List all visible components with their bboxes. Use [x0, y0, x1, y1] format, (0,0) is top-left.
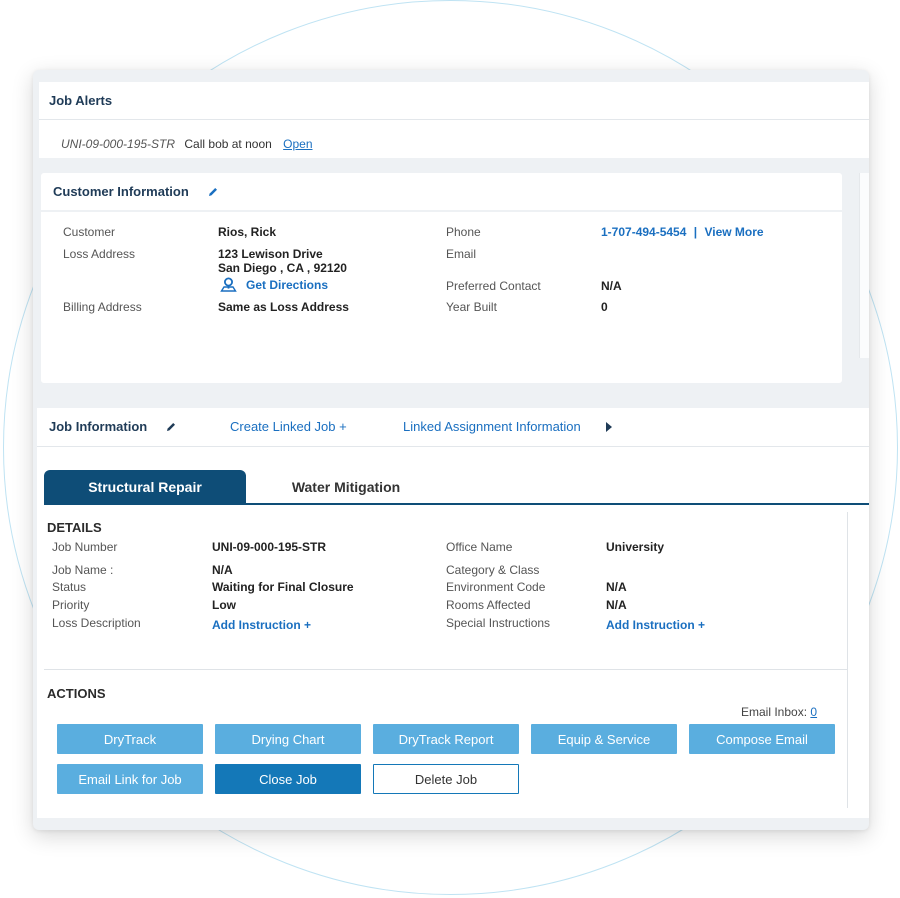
loss-address-line1: 123 Lewison Drive	[218, 247, 323, 261]
year-built-value: 0	[601, 300, 608, 314]
caret-right-icon[interactable]	[605, 422, 613, 432]
email-inbox-count[interactable]: 0	[810, 705, 817, 719]
customer-information-header: Customer Information	[53, 184, 219, 199]
year-built-label: Year Built	[446, 300, 497, 314]
status-value: Waiting for Final Closure	[212, 580, 354, 594]
job-number-value: UNI-09-000-195-STR	[212, 540, 327, 554]
loss-description-label: Loss Description	[52, 616, 141, 630]
tab-underline	[44, 503, 869, 505]
drytrack-button[interactable]: DryTrack	[57, 724, 203, 754]
alert-open-link[interactable]: Open	[283, 137, 312, 151]
drying-chart-button[interactable]: Drying Chart	[215, 724, 361, 754]
special-instructions-add-link[interactable]: Add Instruction +	[606, 618, 705, 632]
edit-pencil-icon[interactable]	[165, 421, 177, 433]
vertical-divider	[847, 512, 848, 808]
app-window: Job Alerts UNI-09-000-195-STR Call bob a…	[33, 70, 869, 830]
compose-email-button[interactable]: Compose Email	[689, 724, 835, 754]
job-alerts-panel: Job Alerts UNI-09-000-195-STR Call bob a…	[39, 82, 869, 158]
email-inbox-label: Email Inbox:	[741, 705, 808, 719]
environment-code-label: Environment Code	[446, 580, 546, 594]
view-more-link[interactable]: View More	[704, 225, 763, 239]
details-heading: DETAILS	[47, 520, 102, 535]
priority-label: Priority	[52, 598, 90, 612]
billing-address-value: Same as Loss Address	[218, 300, 349, 314]
alert-message: Call bob at noon	[184, 137, 272, 151]
billing-address-label: Billing Address	[63, 300, 142, 314]
phone-value[interactable]: 1-707-494-5454	[601, 225, 686, 239]
equip-service-button[interactable]: Equip & Service	[531, 724, 677, 754]
tab-structural-repair[interactable]: Structural Repair	[44, 470, 246, 504]
alert-code: UNI-09-000-195-STR	[61, 137, 176, 151]
section-divider	[44, 669, 847, 670]
edit-pencil-icon[interactable]	[207, 186, 219, 198]
status-label: Status	[52, 580, 87, 594]
job-number-label: Job Number	[52, 540, 118, 554]
preferred-contact-label: Preferred Contact	[446, 279, 541, 293]
divider	[39, 119, 869, 120]
category-class-label: Category & Class	[446, 563, 540, 577]
close-job-button[interactable]: Close Job	[215, 764, 361, 794]
job-information-toolbar: Job Information Create Linked Job + Link…	[37, 408, 869, 446]
phone-separator: |	[693, 225, 698, 239]
linked-assignment-link[interactable]: Linked Assignment Information	[403, 419, 581, 434]
alert-item: UNI-09-000-195-STR Call bob at noon Open	[61, 137, 313, 151]
customer-value: Rios, Rick	[218, 225, 277, 239]
email-label: Email	[446, 247, 477, 261]
delete-job-button[interactable]: Delete Job	[373, 764, 519, 794]
divider	[37, 446, 869, 447]
tab-water-mitigation[interactable]: Water Mitigation	[246, 470, 446, 504]
job-alerts-title: Job Alerts	[49, 93, 113, 108]
get-directions-label: Get Directions	[246, 277, 329, 292]
job-name-value: N/A	[212, 563, 233, 577]
email-link-for-job-button[interactable]: Email Link for Job	[57, 764, 203, 794]
office-name-label: Office Name	[446, 540, 513, 554]
rooms-affected-value: N/A	[606, 598, 627, 612]
job-name-label: Job Name :	[52, 563, 114, 577]
loss-description-add-link[interactable]: Add Instruction +	[212, 618, 311, 632]
priority-value: Low	[212, 598, 236, 612]
map-pin-icon	[220, 277, 237, 292]
drytrack-report-button[interactable]: DryTrack Report	[373, 724, 519, 754]
phone-row: 1-707-494-5454 | View More	[601, 225, 764, 239]
email-inbox: Email Inbox: 0	[741, 705, 817, 719]
divider	[41, 210, 842, 212]
job-information-panel: Job Information Create Linked Job + Link…	[37, 408, 869, 818]
environment-code-value: N/A	[606, 580, 627, 594]
side-panel-edge	[859, 173, 869, 358]
actions-heading: ACTIONS	[47, 686, 106, 701]
rooms-affected-label: Rooms Affected	[446, 598, 531, 612]
office-name-value: University	[606, 540, 665, 554]
loss-address-line2: San Diego , CA , 92120	[218, 261, 347, 275]
phone-label: Phone	[446, 225, 481, 239]
create-linked-job-link[interactable]: Create Linked Job +	[230, 419, 347, 434]
loss-address-label: Loss Address	[63, 247, 136, 261]
preferred-contact-value: N/A	[601, 279, 622, 293]
customer-information-title: Customer Information	[53, 184, 189, 199]
special-instructions-label: Special Instructions	[446, 616, 551, 630]
get-directions-link[interactable]: Get Directions	[220, 277, 328, 292]
customer-label: Customer	[63, 225, 116, 239]
job-information-title: Job Information	[49, 419, 148, 434]
customer-information-panel: Customer Information Customer Rios, Rick…	[41, 173, 842, 383]
